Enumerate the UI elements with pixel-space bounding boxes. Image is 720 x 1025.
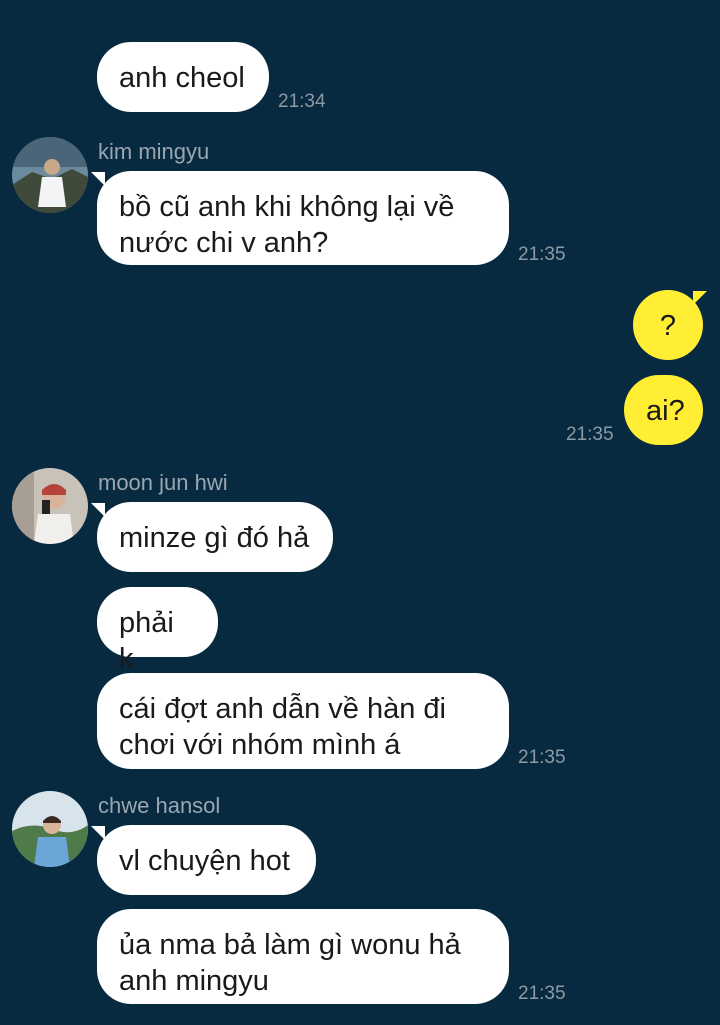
message-bubble[interactable]: ủa nma bả làm gì wonu hả anh mingyu [97, 909, 509, 1004]
sender-name: kim mingyu [98, 139, 210, 164]
avatar[interactable] [12, 468, 88, 544]
avatar-chwe-hansol-icon [12, 791, 88, 867]
message-timestamp: 21:35 [518, 983, 566, 1004]
avatar[interactable] [12, 791, 88, 867]
message-bubble-outgoing[interactable]: ? [633, 290, 703, 360]
message-bubble[interactable]: vl chuyện hot [97, 825, 316, 895]
message-timestamp: 21:34 [278, 91, 326, 112]
sender-name: moon jun hwi [98, 470, 228, 495]
avatar-kim-mingyu-icon [12, 137, 88, 213]
message-bubble[interactable]: minze gì đó hả [97, 502, 333, 572]
avatar-moon-jun-hwi-icon [12, 468, 88, 544]
message-timestamp: 21:35 [518, 747, 566, 768]
message-bubble[interactable]: phải k [97, 587, 218, 675]
message-bubble-outgoing[interactable]: ai? [624, 375, 703, 445]
message-bubble[interactable]: anh cheol [97, 42, 269, 112]
message-timestamp: 21:35 [518, 244, 566, 265]
avatar[interactable] [12, 137, 88, 213]
message-timestamp: 21:35 [566, 424, 614, 445]
message-bubble[interactable]: cái đợt anh dẫn về hàn đi chơi với nhóm … [97, 673, 509, 769]
sender-name: chwe hansol [98, 793, 221, 818]
message-bubble[interactable]: bồ cũ anh khi không lại về nước chi v an… [97, 171, 509, 265]
